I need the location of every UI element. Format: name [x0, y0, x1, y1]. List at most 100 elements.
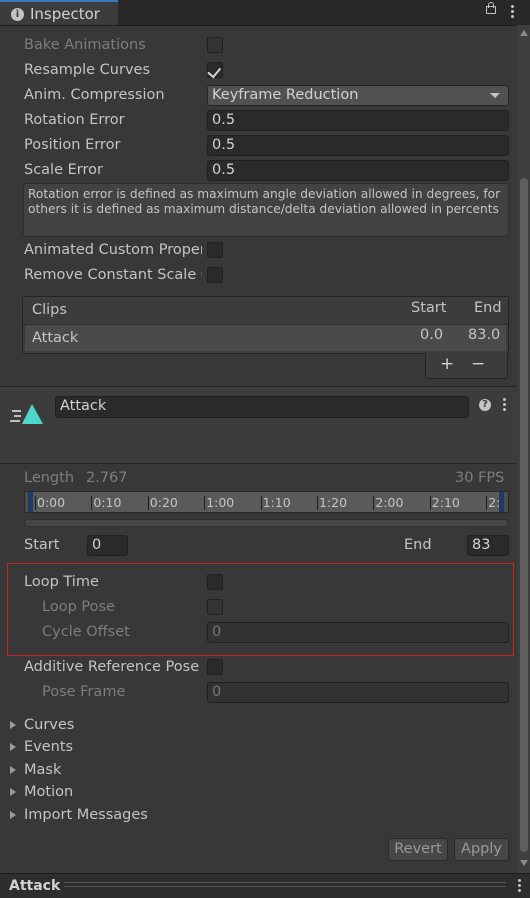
foldout-arrow-icon — [10, 788, 16, 796]
revert-button[interactable]: Revert — [388, 838, 448, 861]
foldout-arrow-icon — [10, 721, 16, 729]
foldout-mask[interactable]: Mask — [24, 762, 61, 778]
timeline-tick — [486, 496, 488, 510]
tab-inspector[interactable]: i Inspector — [0, 0, 118, 25]
timeline-tick — [204, 496, 206, 510]
remove-constant-scale-checkbox[interactable] — [207, 267, 223, 283]
anim-compression-label: Anim. Compression — [24, 87, 165, 103]
checkmark-icon — [207, 64, 222, 79]
timeline-tick — [373, 496, 375, 510]
timeline-tick — [260, 496, 262, 510]
resample-curves-label: Resample Curves — [24, 62, 151, 78]
cycle-offset-field: 0 — [207, 622, 509, 643]
foldout-arrow-icon — [10, 766, 16, 774]
start-marker[interactable] — [28, 492, 33, 512]
timeline-tick-label: 0:20 — [149, 495, 178, 510]
fps-label: 30 FPS — [455, 470, 505, 486]
foldout-events[interactable]: Events — [24, 739, 73, 755]
bake-animations-checkbox[interactable] — [207, 37, 223, 53]
clips-header-label: Clips — [32, 302, 67, 318]
clip-end: 83.0 — [468, 327, 501, 343]
timeline-tick-label: 2:10 — [431, 495, 460, 510]
timeline-tick — [147, 496, 149, 510]
preview-title: Attack — [9, 878, 61, 894]
apply-button[interactable]: Apply — [454, 838, 509, 861]
info-icon: i — [11, 8, 24, 21]
timeline-tick — [35, 496, 36, 510]
remove-clip-button[interactable]: − — [471, 354, 485, 374]
timeline-tick-label: 1:20 — [319, 495, 348, 510]
anim-compression-dropdown[interactable]: Keyframe Reduction — [207, 85, 509, 106]
clips-header: Clips Start End — [23, 297, 508, 325]
drag-grip-line — [64, 882, 506, 883]
start-label: Start — [24, 537, 60, 553]
start-header-label: Start — [411, 300, 447, 316]
clip-name: Attack — [32, 330, 79, 346]
resample-curves-checkbox[interactable] — [207, 62, 223, 79]
additive-reference-pose-label: Additive Reference Pose — [24, 659, 200, 675]
clip-more-menu-icon[interactable] — [503, 398, 506, 413]
additive-reference-pose-checkbox[interactable] — [207, 659, 223, 675]
timeline-tick — [429, 496, 431, 510]
timeline-tick-label: 0:00 — [37, 495, 66, 510]
lock-icon[interactable] — [486, 6, 496, 14]
tab-title: Inspector — [30, 5, 100, 23]
pose-frame-label: Pose Frame — [42, 684, 126, 700]
length-label: Length — [24, 470, 75, 486]
timeline-tick-label: 2: — [488, 495, 501, 510]
foldout-import-messages[interactable]: Import Messages — [24, 807, 148, 823]
animated-custom-properties-checkbox[interactable] — [207, 242, 223, 258]
preview-more-menu-icon[interactable] — [518, 879, 521, 894]
more-menu-icon[interactable] — [511, 5, 514, 20]
anim-compression-value: Keyframe Reduction — [212, 87, 359, 103]
timeline-ruler[interactable]: 0:00 0:10 0:20 1:00 1:10 1:20 2:00 2:10 2: — [24, 491, 509, 513]
remove-constant-scale-label: Remove Constant Scale C — [24, 267, 202, 283]
add-clip-button[interactable]: + — [440, 354, 454, 374]
chevron-down-icon — [490, 93, 500, 98]
animation-clip-icon — [10, 404, 43, 424]
help-box: Rotation error is defined as maximum ang… — [23, 183, 509, 237]
clips-list: Clips Start End Attack 0.0 83.0 — [22, 296, 509, 354]
timeline-tick-label: 1:00 — [206, 495, 235, 510]
loop-pose-checkbox — [207, 599, 223, 615]
scrollbar-thumb[interactable] — [520, 178, 528, 852]
cycle-offset-label: Cycle Offset — [42, 624, 130, 640]
list-item[interactable]: Attack 0.0 83.0 — [25, 325, 506, 351]
foldout-arrow-icon — [10, 743, 16, 751]
rotation-error-field[interactable]: 0.5 — [207, 110, 509, 131]
foldout-arrow-icon — [10, 811, 16, 819]
pose-frame-field: 0 — [207, 682, 509, 703]
end-header-label: End — [474, 300, 502, 316]
scroll-up-arrow[interactable] — [520, 30, 528, 36]
clip-start: 0.0 — [420, 327, 444, 343]
preview-slider[interactable] — [24, 519, 509, 527]
clip-name-field[interactable]: Attack — [55, 396, 469, 418]
loop-time-checkbox[interactable] — [207, 574, 223, 590]
clip-add-remove-footer: + − — [425, 353, 508, 379]
timeline-tick-label: 1:10 — [262, 495, 291, 510]
rotation-error-label: Rotation Error — [24, 112, 125, 128]
bake-animations-label: Bake Animations — [24, 37, 146, 53]
position-error-field[interactable]: 0.5 — [207, 135, 509, 156]
scale-error-label: Scale Error — [24, 162, 103, 178]
scale-error-field[interactable]: 0.5 — [207, 160, 509, 181]
drag-grip-line — [64, 886, 506, 887]
tab-bar: i Inspector — [0, 0, 530, 26]
section-divider — [0, 463, 517, 464]
foldout-curves[interactable]: Curves — [24, 717, 74, 733]
length-value: 2.767 — [86, 470, 128, 486]
timeline-tick — [91, 496, 93, 510]
help-icon[interactable]: ? — [479, 399, 491, 411]
start-field[interactable]: 0 — [87, 535, 128, 556]
preview-bar[interactable]: Attack — [0, 873, 530, 898]
position-error-label: Position Error — [24, 137, 121, 153]
scroll-down-arrow[interactable] — [520, 860, 528, 866]
timeline-tick-label: 2:00 — [375, 495, 404, 510]
loop-time-label: Loop Time — [24, 574, 99, 590]
animated-custom-properties-label: Animated Custom Proper — [24, 242, 202, 258]
loop-pose-label: Loop Pose — [42, 599, 115, 615]
foldout-motion[interactable]: Motion — [24, 784, 73, 800]
timeline-tick-label: 0:10 — [93, 495, 122, 510]
timeline-tick — [317, 496, 318, 510]
end-field[interactable]: 83 — [467, 535, 509, 556]
